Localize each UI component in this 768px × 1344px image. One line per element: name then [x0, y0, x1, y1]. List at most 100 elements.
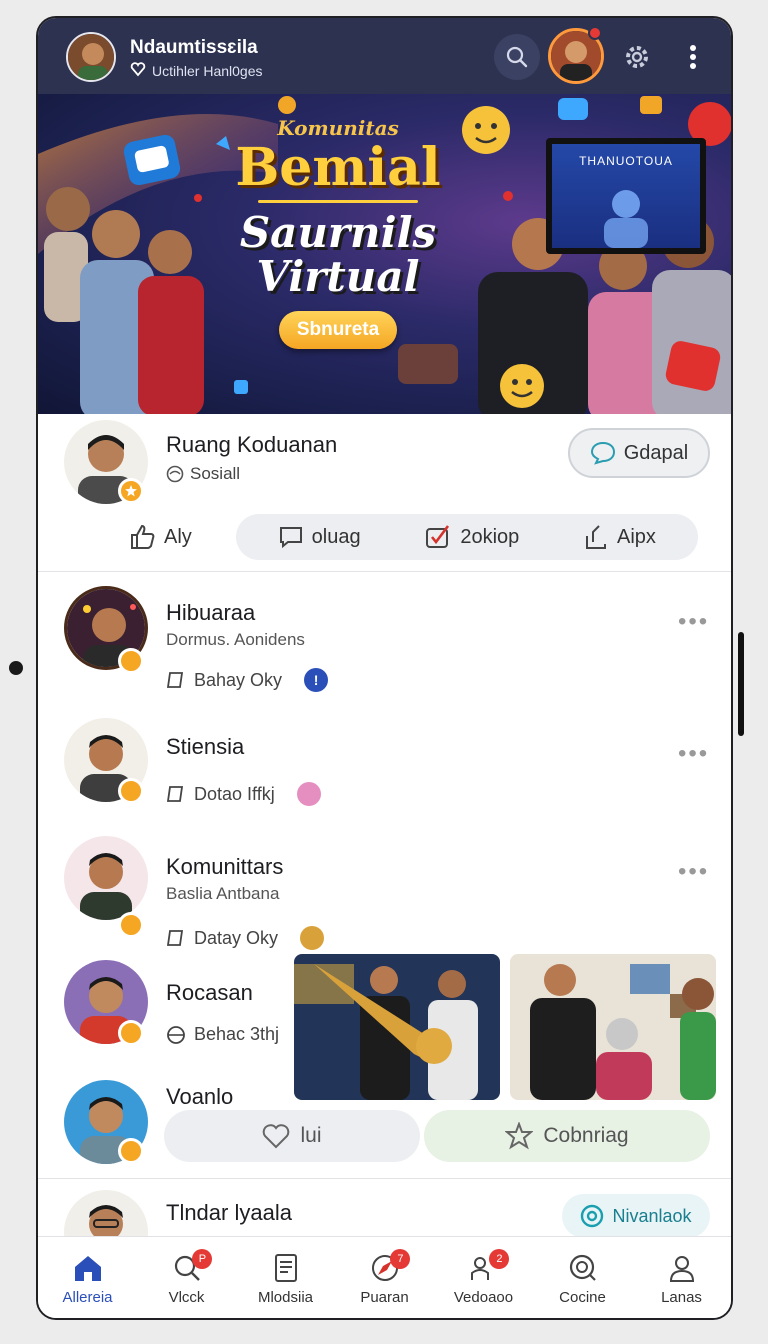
like-button-label: lui — [300, 1124, 322, 1147]
group-name: Ruang Koduanan — [166, 432, 338, 457]
action-like[interactable]: Aly — [128, 515, 192, 559]
header-avatar[interactable] — [66, 32, 116, 82]
banner-title-line-2: Virtual — [256, 252, 420, 302]
note-icon — [166, 930, 184, 946]
banner-big-title: Bemial — [235, 137, 441, 198]
nav-label: Vlcck — [168, 1289, 205, 1306]
nav-label: Vedoaoo — [453, 1289, 514, 1306]
feed-divider — [38, 1178, 731, 1179]
header-subtitle: Uctihler Hanl0ges — [130, 61, 263, 80]
nav-profile[interactable]: Lanas — [632, 1237, 731, 1318]
nav-home[interactable]: Allereia — [38, 1237, 137, 1318]
app-header: Ndaumtissɛila Uctihler Hanl0ges — [38, 18, 731, 94]
globe-icon — [167, 1025, 185, 1044]
user-icon — [669, 1256, 694, 1282]
action-share[interactable]: Aipx — [583, 515, 656, 559]
group-tag: Sosiall — [166, 464, 240, 484]
settings-button[interactable] — [614, 34, 660, 80]
user-thumbnail-icon — [296, 782, 321, 806]
follow-button-label: Nivanlaok — [612, 1205, 692, 1226]
hero-banner[interactable]: THANUOTOUA Komunitas Bemial Saurnils Vir… — [38, 94, 731, 414]
nav-search[interactable]: P Vlcck — [137, 1237, 236, 1318]
feed-item-name: Voanlo — [166, 1084, 234, 1109]
heart-icon — [263, 1124, 290, 1149]
more-options-icon[interactable]: ••• — [678, 858, 709, 886]
header-subtitle-text: Uctihler Hanl0ges — [152, 62, 263, 79]
feed-item-meta-text: Behac 3thj — [194, 1024, 280, 1044]
action-share-label: Aipx — [617, 525, 656, 548]
nav-explore[interactable]: Cocine — [533, 1237, 632, 1318]
bottom-navigation: Allereia P Vlcck Mlodsiia 7 Puaran 2 Ved… — [38, 1236, 731, 1318]
document-icon — [274, 1254, 297, 1282]
more-button[interactable] — [670, 34, 716, 80]
settings-icon — [626, 46, 648, 68]
feed-item-meta-text: Dotao Iffkj — [194, 783, 275, 804]
banner-title-block: Komunitas Bemial Saurnils Virtual Sbnure… — [218, 116, 458, 350]
globe-icon — [166, 465, 184, 483]
feed-item-name: Komunittars — [166, 854, 284, 879]
nav-badge: P — [192, 1249, 213, 1269]
group-tag-text: Sosiall — [190, 464, 241, 483]
feed-item-meta-text: Datay Oky — [194, 927, 279, 948]
badge-icon — [118, 912, 144, 938]
info-icon: ! — [304, 668, 329, 692]
target-icon — [581, 1204, 604, 1228]
side-button — [738, 632, 744, 736]
follow-button[interactable]: Nivanlaok — [562, 1194, 710, 1238]
thumbs-up-icon — [131, 524, 155, 549]
feed-item-name: Rocasan — [166, 980, 253, 1005]
action-check[interactable]: 2okiop — [424, 515, 519, 559]
badge-icon — [118, 1138, 144, 1164]
phone-frame: Ndaumtissɛila Uctihler Hanl0ges THANUOTO… — [36, 16, 733, 1320]
home-icon — [74, 1256, 101, 1281]
badge-star-icon — [505, 1122, 534, 1150]
comment-icon — [279, 527, 302, 549]
note-icon — [166, 786, 184, 802]
checkbox-icon — [426, 525, 450, 548]
group-chat-label: Gdapal — [623, 441, 689, 464]
feed-photo-family[interactable] — [510, 954, 716, 1100]
feed-photo-band[interactable] — [294, 954, 500, 1100]
nav-label: Lanas — [661, 1289, 702, 1306]
group-chat-button[interactable]: Gdapal — [568, 428, 710, 478]
badge-icon — [118, 778, 144, 804]
notification-dot — [588, 26, 602, 40]
feed-item-name: Tlndar lyaala — [166, 1200, 292, 1225]
front-camera — [9, 661, 23, 675]
feed-item-meta: Bahay Oky ! — [166, 668, 329, 692]
banner-cta-button[interactable]: Sbnureta — [278, 311, 398, 350]
more-options-icon[interactable]: ••• — [678, 740, 709, 768]
nav-badge: 7 — [390, 1249, 411, 1269]
heart-shield-icon — [130, 61, 146, 80]
feed-item-meta: Datay Oky — [166, 926, 325, 950]
action-comment[interactable]: oluag — [278, 515, 361, 559]
feed-item-subtitle: Baslia Antbana — [166, 884, 280, 903]
more-options-icon[interactable]: ••• — [678, 608, 709, 636]
search-button[interactable] — [494, 34, 540, 80]
note-icon — [166, 672, 184, 688]
feed-avatar[interactable] — [64, 836, 148, 920]
more-icon — [690, 45, 696, 69]
chat-bubble-icon — [590, 441, 615, 465]
screen-label: THANUOTOUA — [579, 154, 673, 168]
feed-item-name: Stiensia — [166, 734, 245, 759]
nav-label: Cocine — [559, 1289, 606, 1306]
explore-icon — [569, 1254, 596, 1281]
feed-item-meta-text: Bahay Oky — [194, 669, 283, 690]
badge-icon — [118, 648, 144, 674]
share-icon — [586, 525, 606, 549]
action-like-label: Aly — [164, 525, 192, 548]
group-profile: Ruang Koduanan Sosiall Gdapal Aly oluag … — [38, 414, 731, 572]
feed-item-meta: Dotao Iffkj — [166, 782, 321, 806]
feed-item-name: Hibuaraa — [166, 600, 256, 625]
nav-compass[interactable]: 7 Puaran — [335, 1237, 434, 1318]
nav-video[interactable]: 2 Vedoaoo — [434, 1237, 533, 1318]
nav-label: Mlodsiia — [257, 1289, 314, 1306]
like-button[interactable]: lui — [164, 1110, 420, 1162]
nav-label: Allereia — [62, 1289, 113, 1306]
share-button[interactable]: Cobnriag — [424, 1110, 710, 1162]
header-user-name: Ndaumtissɛila — [130, 37, 258, 58]
nav-badge: 2 — [489, 1249, 510, 1269]
nav-documents[interactable]: Mlodsiia — [236, 1237, 335, 1318]
badge-icon — [118, 1020, 144, 1046]
